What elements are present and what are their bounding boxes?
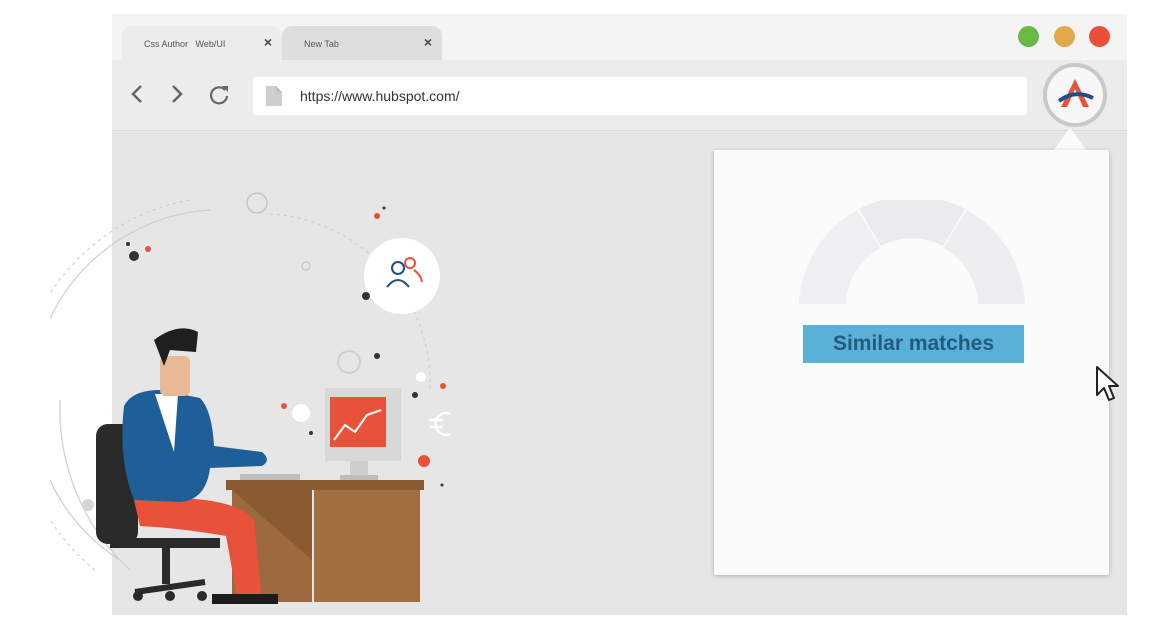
monitor: [325, 388, 401, 480]
close-button[interactable]: [1089, 26, 1110, 47]
tab-label: Css Author Web/UI: [144, 39, 226, 49]
tab-close-button[interactable]: ×: [424, 34, 432, 50]
similar-matches-button[interactable]: Similar matches: [803, 325, 1024, 363]
tab-css-author[interactable]: Css Author Web/UI ×: [122, 26, 282, 60]
popup-arrow: [1053, 128, 1087, 151]
extension-logo-icon: [1057, 79, 1094, 107]
back-icon[interactable]: [127, 83, 149, 105]
reload-icon[interactable]: [208, 83, 230, 105]
users-badge: [362, 238, 440, 314]
maximize-button[interactable]: [1018, 26, 1039, 47]
illustration: [50, 192, 452, 604]
url-text[interactable]: https://www.hubspot.com/: [300, 88, 460, 104]
extension-button[interactable]: [1043, 63, 1107, 127]
gauge: [799, 200, 1025, 304]
page-icon: [266, 86, 282, 106]
tab-new-tab[interactable]: New Tab ×: [282, 26, 442, 60]
minimize-button[interactable]: [1054, 26, 1075, 47]
toolbar: https://www.hubspot.com/: [112, 60, 1127, 131]
tab-bar: Css Author Web/UI × New Tab ×: [112, 14, 1127, 60]
address-bar[interactable]: https://www.hubspot.com/: [253, 77, 1027, 115]
forward-icon[interactable]: [165, 83, 187, 105]
cursor-icon: [1096, 366, 1119, 401]
tab-label: New Tab: [304, 39, 339, 49]
tab-close-button[interactable]: ×: [264, 34, 272, 50]
extension-popup: Similar matches: [714, 150, 1109, 575]
euro-icon: [429, 411, 452, 437]
